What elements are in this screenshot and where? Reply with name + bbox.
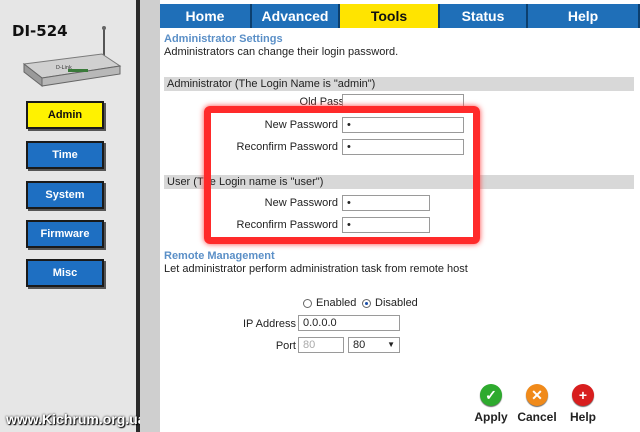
device-model: DI-524 — [12, 22, 68, 40]
apply-button[interactable]: ✓ Apply — [472, 384, 510, 424]
admin-settings-description: Administrators can change their login pa… — [164, 46, 399, 58]
watermark: www.Kichrum.org.ua — [6, 411, 146, 427]
plus-icon: + — [572, 384, 594, 406]
remote-disabled-label: Disabled — [375, 297, 418, 309]
administrator-section-header: Administrator (The Login Name is "admin"… — [164, 77, 634, 91]
admin-settings-title: Administrator Settings — [164, 33, 283, 45]
remote-enabled-radio[interactable] — [303, 299, 312, 308]
help-button[interactable]: + Help — [564, 384, 602, 424]
port-select[interactable]: 80 ▼ — [348, 337, 400, 353]
tab-status[interactable]: Status — [440, 4, 528, 28]
help-label: Help — [569, 410, 596, 424]
chevron-down-icon: ▼ — [387, 340, 395, 349]
admin-reconfirm-label: Reconfirm Password — [236, 141, 338, 153]
ip-address-field[interactable]: 0.0.0.0 — [298, 315, 400, 331]
user-new-password-label: New Password — [264, 197, 338, 209]
tab-help[interactable]: Help — [528, 4, 640, 28]
top-tabs: Home Advanced Tools Status Help — [160, 4, 640, 28]
sidebar-item-firmware[interactable]: Firmware — [26, 220, 104, 248]
close-icon: ✕ — [526, 384, 548, 406]
ip-address-label: IP Address — [243, 318, 296, 330]
remote-disabled-radio[interactable] — [362, 299, 371, 308]
admin-reconfirm-field[interactable]: • — [342, 139, 464, 155]
tab-home[interactable]: Home — [160, 4, 252, 28]
cancel-button[interactable]: ✕ Cancel — [514, 384, 560, 424]
apply-label: Apply — [474, 410, 508, 424]
admin-new-password-label: New Password — [264, 119, 338, 131]
admin-new-password-field[interactable]: • — [342, 117, 464, 133]
svg-text:D-Link: D-Link — [56, 65, 72, 71]
sidebar-item-misc[interactable]: Misc — [26, 259, 104, 287]
check-icon: ✓ — [480, 384, 502, 406]
user-reconfirm-label: Reconfirm Password — [236, 219, 338, 231]
tab-advanced[interactable]: Advanced — [252, 4, 340, 28]
sidebar-item-system[interactable]: System — [26, 181, 104, 209]
user-new-password-field[interactable]: • — [342, 195, 430, 211]
sidebar-item-time[interactable]: Time — [26, 141, 104, 169]
port-label: Port — [275, 340, 296, 352]
old-password-field[interactable] — [342, 94, 464, 110]
port-field[interactable]: 80 — [298, 337, 344, 353]
remote-management-title: Remote Management — [164, 250, 275, 262]
tab-tools[interactable]: Tools — [340, 4, 440, 28]
main-content: Administrator Settings Administrators ca… — [160, 28, 640, 432]
cancel-label: Cancel — [517, 410, 557, 424]
user-section-header: User (The Login name is "user") — [164, 175, 634, 189]
port-select-value: 80 — [353, 339, 366, 351]
gutter — [140, 0, 160, 432]
sidebar-item-admin[interactable]: Admin — [26, 101, 104, 129]
user-reconfirm-field[interactable]: • — [342, 217, 430, 233]
remote-enabled-label: Enabled — [316, 297, 357, 309]
remote-management-description: Let administrator perform administration… — [164, 263, 468, 275]
